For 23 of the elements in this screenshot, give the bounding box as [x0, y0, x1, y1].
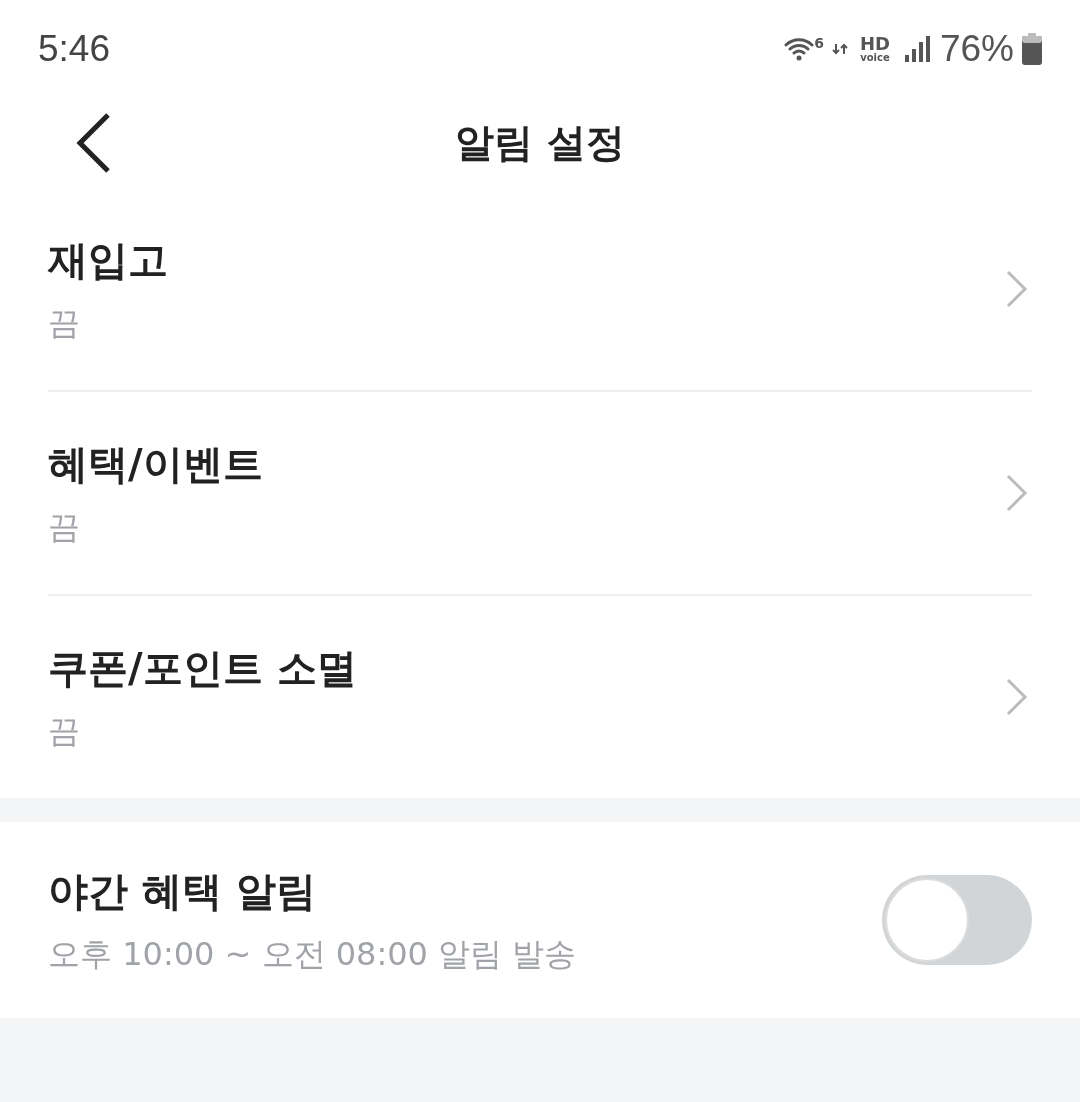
chevron-right-icon [1006, 474, 1028, 512]
setting-description: 오후 10:00 ~ 오전 08:00 알림 발송 [48, 933, 577, 975]
hd-label: HD [859, 35, 890, 53]
clock-time: 5:46 [38, 28, 110, 70]
chevron-right-icon [1006, 678, 1028, 716]
item-value: 끔 [48, 302, 81, 344]
item-value: 끔 [48, 506, 81, 548]
setting-title: 야간 혜택 알림 [48, 866, 317, 916]
data-arrows-icon [831, 43, 848, 55]
battery-level: 76% [939, 28, 1014, 70]
chevron-right-icon [1006, 270, 1028, 308]
wifi-icon [784, 36, 815, 62]
signal-icon [903, 35, 932, 63]
page-title: 알림 설정 [455, 119, 625, 167]
settings-item[interactable]: 혜택/이벤트 끔 [48, 390, 1032, 594]
item-title: 혜택/이벤트 [48, 439, 263, 489]
wifi-label: 6 [814, 36, 824, 50]
item-title: 쿠폰/포인트 소멸 [48, 643, 357, 693]
settings-item[interactable]: 재입고 끔 [48, 188, 1032, 390]
battery-icon [1022, 33, 1042, 65]
item-title: 재입고 [48, 235, 168, 285]
item-value: 끔 [48, 710, 81, 752]
voice-label: voice [860, 53, 890, 63]
